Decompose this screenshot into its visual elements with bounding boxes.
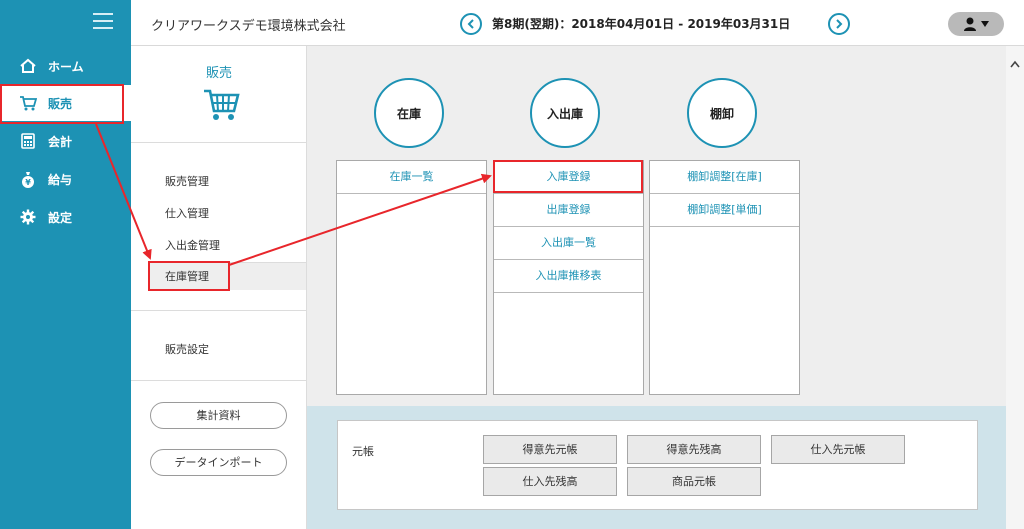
customer-balance-button[interactable]: 得意先残高 [627,435,761,464]
caret-down-icon [981,21,989,27]
chevron-right-icon [836,19,843,29]
divider [131,142,307,143]
stock-in-entry-link[interactable]: 入庫登録 [494,161,643,194]
category-stock-in-out: 入出庫 [530,78,600,148]
product-ledger-button[interactable]: 商品元帳 [627,467,761,496]
app-window: ホーム 販売 会計 ¥ 給与 設定 クリアワークスデモ環境株式会社 第8期(翌期… [0,0,1024,529]
calculator-icon [18,132,38,150]
main-content: 在庫 入出庫 棚卸 在庫一覧 入庫登録 出庫登録 入出庫一覧 入出庫推移表 棚卸… [307,46,1006,406]
submenu-item-inventory-management[interactable]: 在庫管理 [150,263,306,290]
column-stocktaking: 棚卸調整[在庫] 棚卸調整[単価] [649,160,800,395]
nav-item-label: 会計 [48,134,73,149]
hamburger-menu-icon[interactable] [93,13,113,29]
svg-text:¥: ¥ [25,178,31,187]
fiscal-period: 第8期(翌期)：2018年04月01日 - 2019年03月31日 [492,17,791,31]
category-stocktaking: 棚卸 [687,78,757,148]
submenu-item-sales-settings[interactable]: 販売設定 [165,341,209,357]
cart-icon [204,89,240,120]
next-period-button[interactable] [828,13,850,35]
submenu-title: 販売 [205,66,232,81]
column-inventory: 在庫一覧 [336,160,487,395]
nav-item-label: 給与 [48,172,73,187]
nav-item-label: 設定 [48,210,73,225]
stocktaking-adjust-stock-link[interactable]: 棚卸調整[在庫] [650,161,799,194]
summary-reports-button[interactable]: 集計資料 [150,402,287,429]
submenu-panel: 販売 販売管理 仕入管理 入出金管理 在庫管理 販売設定 集計資料 データインポ… [131,46,307,529]
user-menu-button[interactable] [948,12,1004,36]
chevron-left-icon [467,19,474,29]
nav-item-settings[interactable]: 設定 [0,199,131,235]
money-bag-icon: ¥ [18,170,38,188]
supplier-balance-button[interactable]: 仕入先残高 [483,467,617,496]
customer-ledger-button[interactable]: 得意先元帳 [483,435,617,464]
company-name: クリアワークスデモ環境株式会社 [151,19,346,34]
stocktaking-adjust-price-link[interactable]: 棚卸調整[単価] [650,194,799,227]
divider [131,310,307,311]
ledger-label: 元帳 [352,445,374,458]
stock-out-entry-link[interactable]: 出庫登録 [494,194,643,227]
stock-in-out-list-link[interactable]: 入出庫一覧 [494,227,643,260]
user-icon [964,17,976,31]
submenu-item-purchase-management[interactable]: 仕入管理 [165,205,209,221]
home-icon [18,57,38,75]
submenu-item-sales-management[interactable]: 販売管理 [165,173,209,189]
nav-item-label: 販売 [48,96,73,111]
cart-icon [18,94,38,112]
data-import-button[interactable]: データインポート [150,449,287,476]
divider [131,380,307,381]
top-header: クリアワークスデモ環境株式会社 第8期(翌期)：2018年04月01日 - 20… [131,0,1024,46]
nav-item-payroll[interactable]: ¥ 給与 [0,161,131,197]
gear-icon [18,208,38,226]
inventory-list-link[interactable]: 在庫一覧 [337,161,486,194]
nav-item-sales[interactable]: 販売 [0,85,131,121]
prev-period-button[interactable] [460,13,482,35]
vertical-scrollbar[interactable] [1006,46,1024,529]
nav-item-label: ホーム [48,59,84,74]
stock-transition-table-link[interactable]: 入出庫推移表 [494,260,643,293]
ledger-panel: 元帳 得意先元帳 得意先残高 仕入先元帳 仕入先残高 商品元帳 [337,420,978,510]
category-inventory: 在庫 [374,78,444,148]
sidebar: ホーム 販売 会計 ¥ 給与 設定 [0,0,131,529]
submenu-item-payments-management[interactable]: 入出金管理 [165,237,220,253]
supplier-ledger-button[interactable]: 仕入先元帳 [771,435,905,464]
column-stock-in-out: 入庫登録 出庫登録 入出庫一覧 入出庫推移表 [493,160,644,395]
scroll-up-icon[interactable] [1010,60,1020,68]
ledger-section: 元帳 得意先元帳 得意先残高 仕入先元帳 仕入先残高 商品元帳 [307,406,1006,529]
nav-item-home[interactable]: ホーム [0,48,131,84]
nav-item-accounting[interactable]: 会計 [0,123,131,159]
